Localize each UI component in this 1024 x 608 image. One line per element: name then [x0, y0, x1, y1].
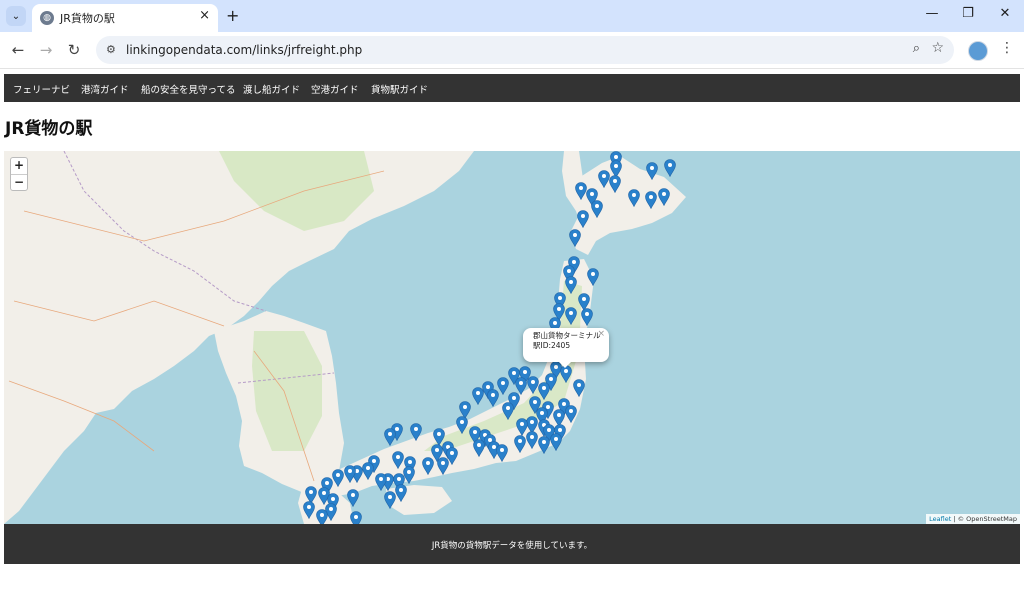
station-popup: × 郡山貨物ターミナル 駅ID:2405 — [523, 328, 609, 368]
station-marker-icon[interactable] — [609, 175, 621, 194]
station-marker-icon[interactable] — [565, 405, 577, 424]
station-marker-icon[interactable] — [344, 465, 356, 484]
address-bar[interactable]: ⚙ linkingopendata.com/links/jrfreight.ph… — [96, 36, 954, 64]
nav-link-ship-safety[interactable]: 船の安全を見守ってる — [141, 82, 236, 96]
globe-icon: ◍ — [40, 11, 54, 25]
tab-search-icon[interactable]: ⌄ — [6, 6, 26, 26]
station-marker-icon[interactable] — [473, 439, 485, 458]
nav-link-freight-station[interactable]: 貨物駅ガイド — [371, 82, 428, 96]
menu-kebab-icon[interactable]: ⋮ — [1000, 40, 1014, 56]
station-marker-icon[interactable] — [565, 276, 577, 295]
nav-link-port[interactable]: 港湾ガイド — [81, 82, 129, 96]
station-marker-icon[interactable] — [573, 379, 585, 398]
tab-title: JR貨物の駅 — [60, 12, 115, 25]
close-icon[interactable]: × — [199, 8, 210, 23]
osm-attribution: | © OpenStreetMap — [953, 515, 1017, 523]
leaflet-link[interactable]: Leaflet — [929, 515, 951, 523]
popup-station-id: 駅ID:2405 — [533, 341, 571, 350]
station-marker-icon[interactable] — [347, 489, 359, 508]
bookmark-star-icon[interactable]: ☆ — [931, 40, 944, 56]
map-base-layer — [4, 151, 686, 524]
forward-arrow-icon[interactable]: → — [36, 41, 56, 59]
nav-link-airport[interactable]: 空港ガイド — [311, 82, 359, 96]
station-marker-icon[interactable] — [375, 473, 387, 492]
station-marker-icon[interactable] — [587, 268, 599, 287]
station-marker-icon[interactable] — [456, 416, 468, 435]
station-marker-icon[interactable] — [384, 491, 396, 510]
station-marker-icon[interactable] — [526, 431, 538, 450]
close-window-icon[interactable]: ✕ — [995, 6, 1015, 21]
browser-toolbar: ← → ↻ ⚙ linkingopendata.com/links/jrfrei… — [0, 32, 1024, 69]
station-marker-icon[interactable] — [502, 402, 514, 421]
nav-link-ferry[interactable]: フェリーナビ — [13, 82, 70, 96]
station-marker-icon[interactable] — [384, 428, 396, 447]
minimize-icon[interactable]: — — [922, 6, 942, 21]
zoom-icon[interactable]: ⌕ — [913, 41, 920, 56]
station-marker-icon[interactable] — [664, 159, 676, 178]
station-marker-icon[interactable] — [395, 484, 407, 503]
station-marker-icon[interactable] — [645, 191, 657, 210]
station-marker-icon[interactable] — [538, 436, 550, 455]
station-marker-icon[interactable] — [303, 501, 315, 520]
browser-tabstrip: ⌄ ◍ JR貨物の駅 × + — ❐ ✕ — [0, 0, 1024, 32]
new-tab-icon[interactable]: + — [226, 6, 239, 25]
zoom-control: + − — [10, 157, 28, 191]
site-settings-icon[interactable]: ⚙ — [106, 43, 116, 56]
url-text: linkingopendata.com/links/jrfreight.php — [126, 43, 363, 57]
station-marker-icon[interactable] — [316, 509, 328, 524]
page-title: JR貨物の駅 — [5, 119, 93, 139]
reload-icon[interactable]: ↻ — [64, 41, 84, 59]
station-marker-icon[interactable] — [658, 188, 670, 207]
station-marker-icon[interactable] — [362, 462, 374, 481]
station-marker-icon[interactable] — [514, 435, 526, 454]
station-marker-icon[interactable] — [581, 308, 593, 327]
zoom-out-button[interactable]: − — [11, 175, 27, 191]
station-marker-icon[interactable] — [628, 189, 640, 208]
map-container[interactable]: + − × 郡山貨物ターミナル 駅ID:2405 Leaflet | © Ope… — [4, 151, 1020, 524]
station-marker-icon[interactable] — [422, 457, 434, 476]
station-marker-icon[interactable] — [569, 229, 581, 248]
station-marker-icon[interactable] — [550, 433, 562, 452]
popup-station-name: 郡山貨物ターミナル — [533, 331, 601, 340]
map-attribution: Leaflet | © OpenStreetMap — [926, 514, 1020, 524]
station-marker-icon[interactable] — [437, 457, 449, 476]
station-marker-icon[interactable] — [410, 423, 422, 442]
footer: JR貨物の貨物駅データを使用しています。 — [4, 524, 1020, 564]
popup-close-icon[interactable]: × — [597, 329, 605, 339]
station-marker-icon[interactable] — [646, 162, 658, 181]
site-nav: フェリーナビ 港湾ガイド 船の安全を見守ってる 渡し船ガイド 空港ガイド 貨物駅… — [4, 74, 1020, 102]
restore-icon[interactable]: ❐ — [958, 6, 978, 21]
footer-text: JR貨物の貨物駅データを使用しています。 — [431, 541, 593, 551]
station-marker-icon[interactable] — [565, 307, 577, 326]
station-marker-icon[interactable] — [591, 200, 603, 219]
nav-link-watashibune[interactable]: 渡し船ガイド — [243, 82, 300, 96]
profile-avatar-icon[interactable] — [968, 41, 988, 61]
browser-tab[interactable]: ◍ JR貨物の駅 × — [32, 4, 218, 32]
station-marker-icon[interactable] — [350, 511, 362, 524]
zoom-in-button[interactable]: + — [11, 158, 27, 175]
station-marker-icon[interactable] — [487, 389, 499, 408]
back-arrow-icon[interactable]: ← — [8, 41, 28, 59]
station-marker-icon[interactable] — [577, 210, 589, 229]
station-marker-icon[interactable] — [332, 469, 344, 488]
station-marker-icon[interactable] — [496, 444, 508, 463]
